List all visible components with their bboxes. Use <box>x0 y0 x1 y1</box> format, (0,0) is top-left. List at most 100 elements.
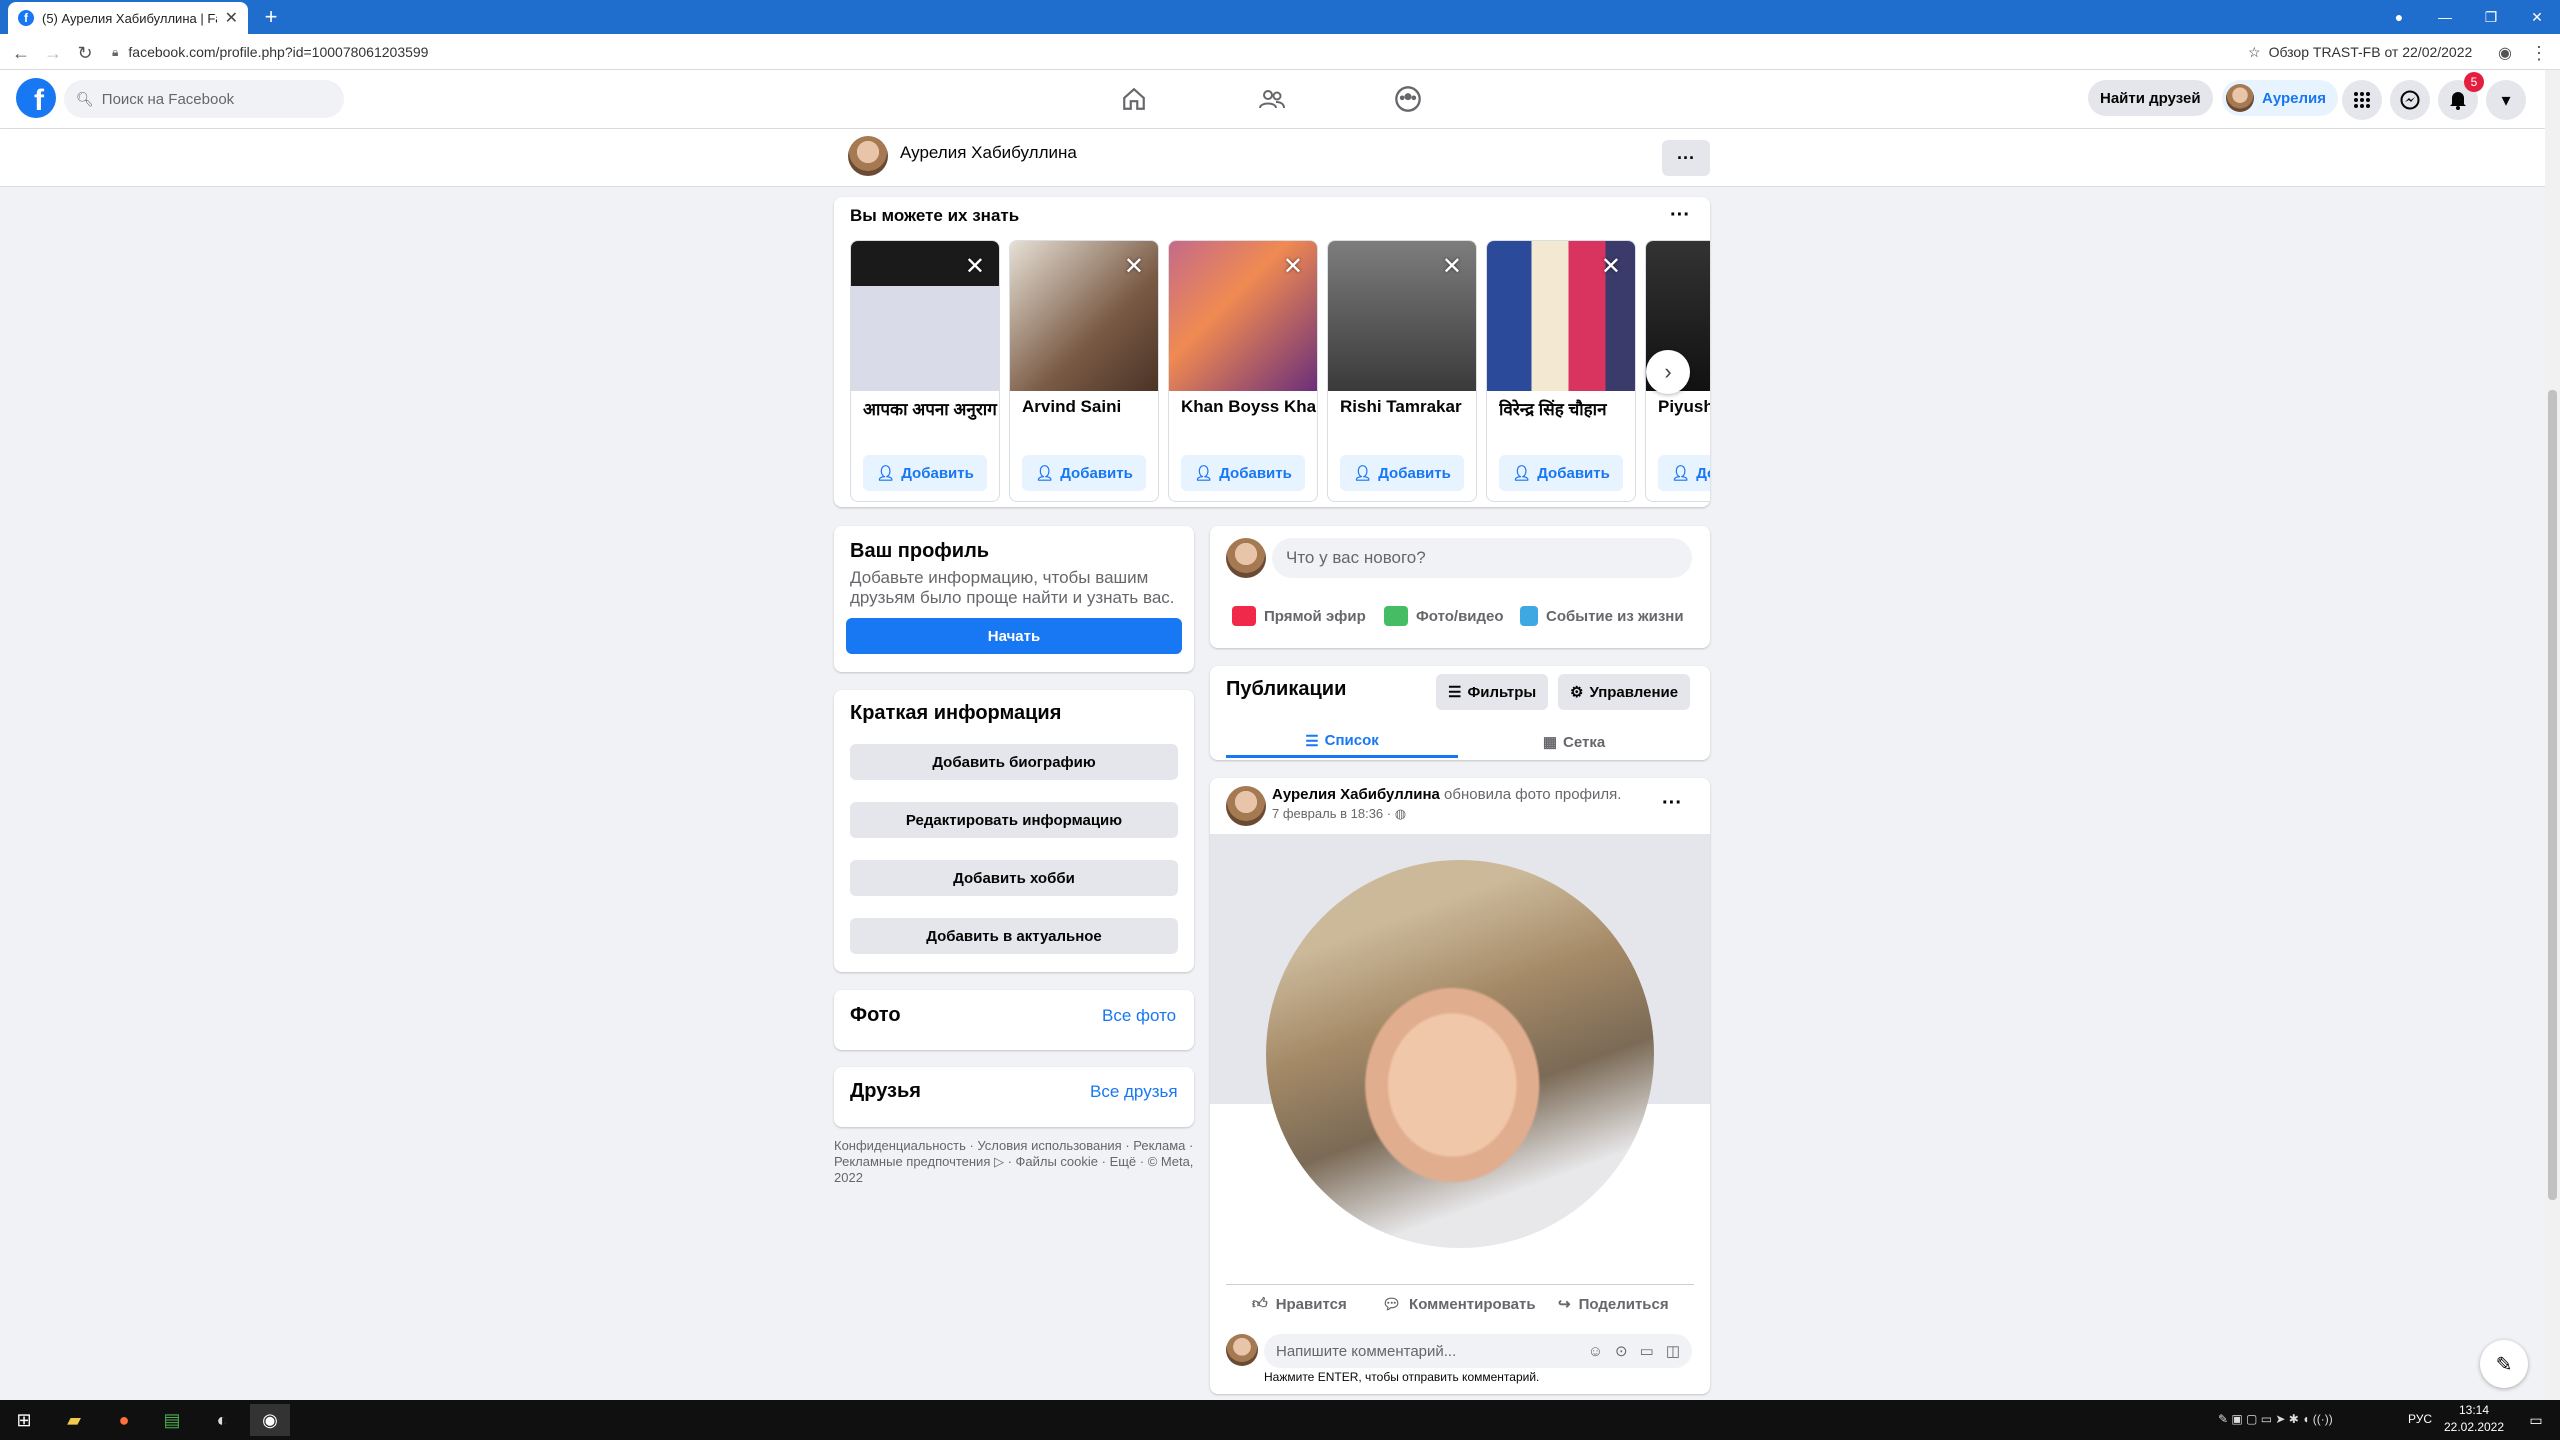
tab-grid-view[interactable]: ▦ Сетка <box>1458 726 1690 758</box>
restore-button[interactable]: ❐ <box>2468 0 2514 34</box>
facebook-logo[interactable]: f <box>16 78 56 118</box>
groups-nav-icon[interactable] <box>1378 82 1438 116</box>
file-explorer-icon[interactable]: ▰ <box>54 1404 94 1436</box>
gif-icon[interactable]: ▭ <box>1640 1342 1654 1360</box>
account-dropdown-icon[interactable]: ▾ <box>2486 80 2526 120</box>
add-friend-button[interactable]: 👤︎Добавить <box>1499 455 1623 491</box>
notification-center-icon[interactable]: ▭ <box>2516 1404 2556 1436</box>
close-icon[interactable]: ✕ <box>1124 255 1144 279</box>
browser-tab[interactable]: f (5) Аурелия Хабибуллина | Face ✕ <box>8 2 248 34</box>
list-icon: ☰ <box>1305 732 1319 750</box>
back-button[interactable]: ← <box>8 40 34 66</box>
close-window-button[interactable]: ✕ <box>2514 0 2560 34</box>
account-icon[interactable]: ◉ <box>2492 40 2518 66</box>
messenger-icon[interactable] <box>2390 80 2430 120</box>
profile-photo-image[interactable] <box>1266 860 1654 1248</box>
add-friend-button[interactable]: 👤︎Добавить <box>1181 455 1305 491</box>
all-photos-link[interactable]: Все фото <box>1102 1006 1176 1026</box>
friends-nav-icon[interactable] <box>1242 82 1302 116</box>
life-event-button[interactable]: Событие из жизни <box>1520 606 1684 626</box>
edit-details-button[interactable]: Редактировать информацию <box>850 802 1178 838</box>
tab-list-view[interactable]: ☰ Список <box>1226 726 1458 758</box>
clock-date: 22.02.2022 <box>2443 1420 2505 1434</box>
live-video-button[interactable]: Прямой эфир <box>1232 606 1366 626</box>
comment-button[interactable]: 💬︎ Комментировать <box>1382 1290 1536 1318</box>
bookmark-item[interactable]: ☆ Обзор TRAST-FB от 22/02/2022 <box>2248 40 2472 64</box>
manage-button[interactable]: ⚙ Управление <box>1558 674 1691 710</box>
profile-name[interactable]: Аурелия Хабибуллина <box>900 143 1077 163</box>
browser-menu-icon[interactable]: ⋮ <box>2526 40 2552 66</box>
close-icon[interactable]: ✕ <box>965 255 985 279</box>
add-friend-icon: 👤︎ <box>1353 465 1373 482</box>
like-button[interactable]: 👍︎ Нравится <box>1252 1290 1347 1318</box>
photo-video-label: Фото/видео <box>1416 607 1504 625</box>
your-profile-title: Ваш профиль <box>850 540 990 562</box>
profile-chip[interactable]: Аурелия <box>2222 80 2338 116</box>
browser-taskbar-icon[interactable]: ◉ <box>250 1404 290 1436</box>
person-card[interactable]: ✕ आपका अपना अनुराग 👤︎ Добавить <box>850 240 1000 502</box>
close-icon[interactable]: ✕ <box>1283 255 1303 279</box>
post-timestamp[interactable]: 7 февраль в 18:36 · ◍ <box>1272 806 1406 822</box>
forward-button[interactable]: → <box>40 40 66 66</box>
person-card[interactable]: ✕ विरेन्द्र सिंह चौहान 👤︎ Добавить <box>1486 240 1636 502</box>
app-icon[interactable]: ◐ <box>202 1404 242 1436</box>
close-icon[interactable]: ✕ <box>1442 255 1462 279</box>
next-arrow-button[interactable]: › <box>1646 350 1690 394</box>
person-name: Arvind Saini <box>1022 397 1122 416</box>
tray-icons[interactable]: ✎ ▣ ▢ ▭ ➤ ✱ ◖ ((·)) <box>2218 1412 2333 1426</box>
language-indicator[interactable]: РУС <box>2408 1412 2432 1426</box>
avatar[interactable] <box>848 136 888 176</box>
url-field[interactable]: 🔒︎ facebook.com/profile.php?id=100078061… <box>112 40 1612 64</box>
home-nav-icon[interactable] <box>1104 82 1164 116</box>
minimize-button[interactable]: — <box>2422 0 2468 34</box>
person-card[interactable]: ✕ Arvind Saini 👤︎ Добавить <box>1009 240 1159 502</box>
add-friend-icon: 👤︎ <box>876 465 896 482</box>
photo-video-button[interactable]: Фото/видео <box>1384 606 1504 626</box>
start-button[interactable]: Начать <box>846 618 1182 654</box>
windows-start-icon[interactable]: ⊞ <box>4 1404 44 1436</box>
share-icon: ↪ <box>1558 1296 1571 1313</box>
sticker-icon[interactable]: ◫ <box>1666 1342 1680 1360</box>
share-button[interactable]: ↪ Поделиться <box>1558 1290 1669 1318</box>
reload-button[interactable]: ↻ <box>72 40 98 66</box>
camera-icon[interactable]: ⊙ <box>1615 1342 1628 1360</box>
new-message-button[interactable]: ✎ <box>2480 1340 2528 1388</box>
manage-label: Управление <box>1589 683 1679 701</box>
comment-input[interactable]: Напишите комментарий... ☺ ⊙ ▭ ◫ <box>1264 1334 1692 1368</box>
scrollbar-thumb[interactable] <box>2548 390 2557 1200</box>
taskbar-clock[interactable]: 13:14 22.02.2022 <box>2434 1402 2514 1436</box>
all-friends-link[interactable]: Все друзья <box>1090 1082 1178 1102</box>
enter-hint: Нажмите ENTER, чтобы отправить комментар… <box>1264 1370 1540 1384</box>
divider <box>1226 1284 1694 1285</box>
profile-sync-icon[interactable]: ● <box>2376 0 2422 34</box>
profile-sticky-bar <box>0 129 2545 187</box>
avatar[interactable] <box>1226 786 1266 826</box>
filters-button[interactable]: ☰ Фильтры <box>1436 674 1549 710</box>
pymk-more-button[interactable]: ··· <box>1670 204 1690 227</box>
profile-more-button[interactable]: ··· <box>1662 140 1710 176</box>
add-friend-button[interactable]: 👤︎Добавить <box>1658 455 1710 491</box>
add-hobbies-button[interactable]: Добавить хобби <box>850 860 1178 896</box>
add-friend-button[interactable]: 👤︎Добавить <box>863 455 987 491</box>
add-friend-button[interactable]: 👤︎Добавить <box>1022 455 1146 491</box>
search-input[interactable]: 🔍︎ Поиск на Facebook <box>64 80 344 118</box>
intro-title: Краткая информация <box>850 702 1062 724</box>
add-friend-button[interactable]: 👤︎Добавить <box>1340 455 1464 491</box>
emoji-icon[interactable]: ☺ <box>1588 1343 1603 1360</box>
person-card[interactable]: ✕ Khan Boyss Khan 👤︎ Добавить <box>1168 240 1318 502</box>
new-tab-button[interactable]: + <box>258 4 284 30</box>
whats-new-input[interactable]: Что у вас нового? <box>1272 538 1692 578</box>
spreadsheet-icon[interactable]: ▤ <box>152 1404 192 1436</box>
avatar[interactable] <box>1226 538 1266 578</box>
post-author-name[interactable]: Аурелия Хабибуллина <box>1272 786 1440 803</box>
find-friends-button[interactable]: Найти друзей <box>2088 80 2213 116</box>
add-featured-button[interactable]: Добавить в актуальное <box>850 918 1178 954</box>
person-card[interactable]: ✕ Rishi Tamrakar 👤︎ Добавить <box>1327 240 1477 502</box>
firefox-icon[interactable]: ● <box>104 1404 144 1436</box>
close-icon[interactable]: ✕ <box>1601 255 1621 279</box>
close-tab-icon[interactable]: ✕ <box>225 8 238 28</box>
post-more-button[interactable]: ··· <box>1662 792 1682 815</box>
footer-links[interactable]: Конфиденциальность · Условия использован… <box>834 1138 1194 1186</box>
add-bio-button[interactable]: Добавить биографию <box>850 744 1178 780</box>
menu-grid-icon[interactable] <box>2342 80 2382 120</box>
